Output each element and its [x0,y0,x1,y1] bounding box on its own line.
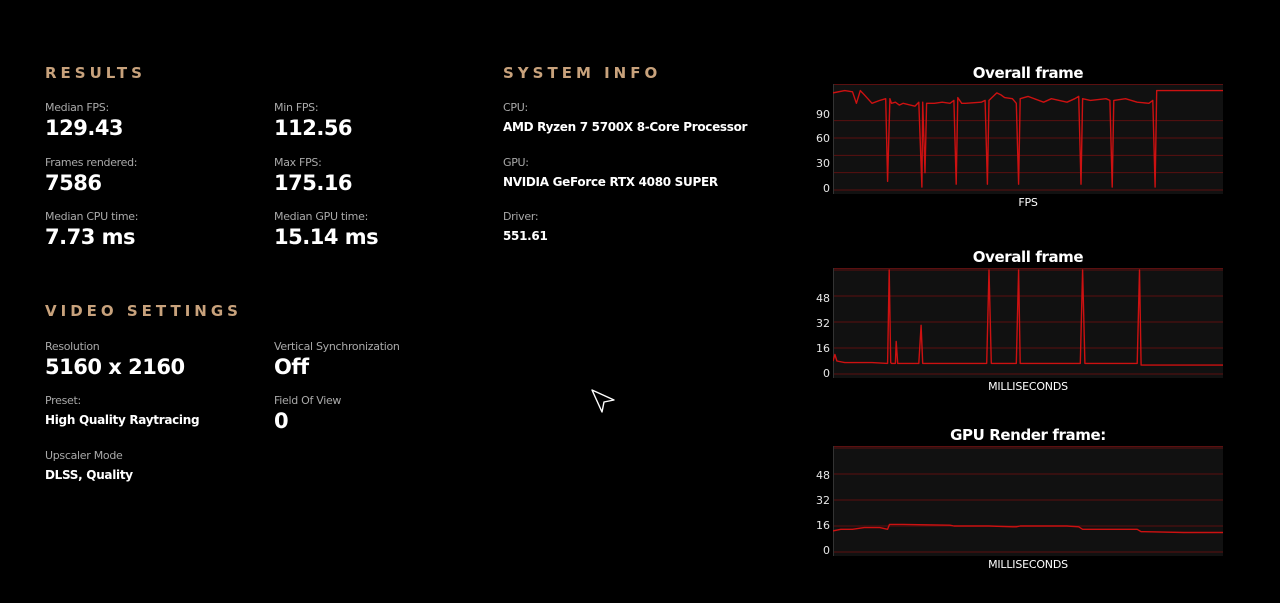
median-fps-label: Median FPS: [45,101,109,114]
preset-label: Preset: [45,394,81,407]
chart-title-fps: Overall frame [972,64,1084,82]
chart-overall-ms-ytick: 48 [816,292,830,305]
median-fps-stat: Median FPS: 129.43 [45,101,124,141]
chart-plot-area [833,446,1223,556]
chart-plot-area [833,268,1223,378]
chart-background [833,84,1223,194]
frames-rendered-label: Frames rendered: [45,156,138,169]
chart-fps-ytick: 90 [816,108,830,121]
chart-fps-ytick: 30 [816,157,830,170]
chart-plot-area [833,84,1223,194]
vsync-label: Vertical Synchronization [274,340,400,353]
chart-title-overall-ms: Overall frame [972,248,1084,266]
gpu-label: GPU: [503,156,529,169]
upscaler-value: DLSS, Quality [45,468,133,482]
chart-gpu-render-ytick: 0 [823,544,830,557]
chart-overall-ms-ytick: 32 [816,317,830,330]
fov-value: 0 [274,409,289,433]
chart-gpu-render-ytick: 32 [816,494,830,507]
chart-gpu-render [833,446,1223,556]
preset-value: High Quality Raytracing [45,413,200,427]
fov-stat: Field Of View 0 [274,394,341,434]
driver-stat: Driver: 551.61 [503,210,548,245]
chart-fps-xlabel: FPS [1018,196,1038,209]
median-fps-value: 129.43 [45,116,124,140]
gpu-stat: GPU: NVIDIA GeForce RTX 4080 SUPER [503,156,718,191]
frames-rendered-stat: Frames rendered: 7586 [45,156,138,196]
video-settings-title: VIDEO SETTINGS [45,302,242,320]
max-fps-stat: Max FPS: 175.16 [274,156,353,196]
driver-value: 551.61 [503,229,548,243]
cpu-label: CPU: [503,101,528,114]
frames-rendered-value: 7586 [45,171,102,195]
chart-fps-ytick: 0 [823,182,830,195]
max-fps-label: Max FPS: [274,156,322,169]
chart-gpu-render-ytick: 16 [816,519,830,532]
min-fps-value: 112.56 [274,116,353,140]
min-fps-stat: Min FPS: 112.56 [274,101,353,141]
resolution-label: Resolution [45,340,100,353]
resolution-stat: Resolution 5160 x 2160 [45,340,185,380]
mouse-cursor-icon [589,387,617,419]
max-fps-value: 175.16 [274,171,353,195]
fov-label: Field Of View [274,394,342,407]
cpu-stat: CPU: AMD Ryzen 7 5700X 8-Core Processor [503,101,747,136]
chart-overall-ms-ytick: 16 [816,342,830,355]
chart-background [833,268,1223,378]
median-cpu-time-stat: Median CPU time: 7.73 ms [45,210,138,250]
median-gpu-time-value: 15.14 ms [274,225,379,249]
vsync-value: Off [274,355,309,379]
upscaler-stat: Upscaler Mode DLSS, Quality [45,449,133,484]
preset-stat: Preset: High Quality Raytracing [45,394,200,429]
driver-label: Driver: [503,210,539,223]
median-cpu-time-label: Median CPU time: [45,210,139,223]
gpu-value: NVIDIA GeForce RTX 4080 SUPER [503,175,718,189]
cpu-value: AMD Ryzen 7 5700X 8-Core Processor [503,120,748,134]
chart-fps [833,84,1223,194]
chart-background [833,446,1223,556]
median-cpu-time-value: 7.73 ms [45,225,136,249]
benchmark-results-screen: RESULTS Median FPS: 129.43 Min FPS: 112.… [0,0,1280,603]
system-info-title: SYSTEM INFO [503,64,662,82]
chart-gpu-render-xlabel: MILLISECONDS [988,558,1068,571]
chart-gpu-render-ytick: 48 [816,469,830,482]
median-gpu-time-label: Median GPU time: [274,210,368,223]
min-fps-label: Min FPS: [274,101,319,114]
chart-overall-ms [833,268,1223,378]
chart-title-gpu-render: GPU Render frame: [950,426,1106,444]
median-gpu-time-stat: Median GPU time: 15.14 ms [274,210,379,250]
resolution-value: 5160 x 2160 [45,355,185,379]
upscaler-label: Upscaler Mode [45,449,123,462]
results-title: RESULTS [45,64,146,82]
vsync-stat: Vertical Synchronization Off [274,340,400,380]
chart-overall-ms-xlabel: MILLISECONDS [988,380,1068,393]
chart-fps-ytick: 60 [816,132,830,145]
chart-overall-ms-ytick: 0 [823,367,830,380]
